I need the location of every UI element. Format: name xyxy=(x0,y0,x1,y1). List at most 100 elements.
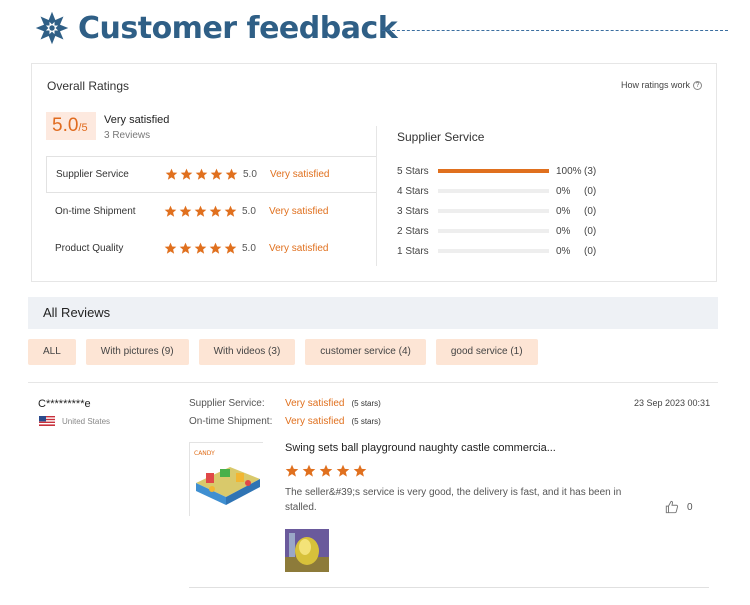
rating-text: Very satisfied xyxy=(269,243,329,254)
review-photo-image xyxy=(285,529,329,572)
rating-value: 5.0 xyxy=(242,243,256,254)
reviews-count: 3 Reviews xyxy=(104,130,151,141)
rating-value: 5.0 xyxy=(243,169,257,180)
snowflake-icon xyxy=(35,11,69,45)
page-title: Customer feedback xyxy=(78,10,398,46)
overall-score-max: /5 xyxy=(78,122,88,134)
star-icon xyxy=(165,168,178,180)
star-rating xyxy=(164,205,242,218)
star-icon xyxy=(353,464,367,477)
filter-chip-all[interactable]: ALL xyxy=(28,339,76,365)
breakdown-label: 1 Stars xyxy=(397,245,429,257)
star-icon xyxy=(180,168,193,180)
breakdown-percent: 100% xyxy=(556,165,582,177)
how-ratings-work-label: How ratings work xyxy=(620,80,690,90)
breakdown-percent: 0% xyxy=(556,245,571,257)
rating-text: Very satisfied xyxy=(270,169,330,180)
filter-chip-with-videos[interactable]: With videos (3) xyxy=(198,339,296,365)
playground-image: CANDY xyxy=(190,443,264,517)
breakdown-count: (0) xyxy=(584,205,597,217)
filter-chip-with-pictures[interactable]: With pictures (9) xyxy=(85,339,189,365)
breakdown-bar-fill xyxy=(438,169,549,173)
review-shipment-value: Very satisfied xyxy=(285,416,345,427)
star-icon xyxy=(164,242,177,254)
breakdown-bar xyxy=(438,209,549,213)
product-title-link[interactable]: Swing sets ball playground naughty castl… xyxy=(285,442,556,454)
review-supplier-value: Very satisfied xyxy=(285,398,345,409)
review-supplier-label: Supplier Service: xyxy=(189,398,265,409)
star-icon xyxy=(194,205,207,217)
star-icon xyxy=(225,168,238,180)
breakdown-title: Supplier Service xyxy=(397,130,485,144)
breakdown-count: (3) xyxy=(584,165,597,177)
breakdown-count: (0) xyxy=(584,185,597,197)
star-icon xyxy=(336,464,350,477)
overall-satisfaction: Very satisfied xyxy=(104,114,170,126)
rating-text: Very satisfied xyxy=(269,206,329,217)
star-icon xyxy=(179,205,192,217)
overall-score-value: 5.0 xyxy=(52,115,79,136)
star-icon xyxy=(302,464,316,477)
star-icon xyxy=(209,205,222,217)
review-on-time-shipment: On-time Shipment: Very satisfied (5 star… xyxy=(189,416,381,427)
breakdown-bar xyxy=(438,229,549,233)
breakdown-label: 4 Stars xyxy=(397,185,429,197)
review-date: 23 Sep 2023 00:31 xyxy=(634,398,711,408)
rating-row-supplier-service[interactable]: Supplier Service 5.0 Very satisfied xyxy=(46,156,376,193)
us-flag-icon xyxy=(39,416,55,426)
star-rating xyxy=(165,168,243,181)
breakdown-bar xyxy=(438,169,549,173)
rating-row-label: Supplier Service xyxy=(56,169,129,180)
product-thumbnail[interactable]: CANDY xyxy=(189,442,264,517)
review-photo[interactable] xyxy=(285,529,329,572)
star-icon xyxy=(224,242,237,254)
star-icon xyxy=(195,168,208,180)
all-reviews-header: All Reviews xyxy=(28,297,718,329)
overall-ratings-card: Overall Ratings How ratings work ? 5.0/5… xyxy=(31,63,717,282)
breakdown-percent: 0% xyxy=(556,205,571,217)
star-icon xyxy=(179,242,192,254)
breakdown-count: (0) xyxy=(584,245,597,257)
breakdown-row: 4 Stars 0% (0) xyxy=(397,184,596,198)
overall-score: 5.0/5 xyxy=(46,112,96,140)
rating-row-product-quality[interactable]: Product Quality 5.0 Very satisfied xyxy=(46,230,376,267)
page-header: Customer feedback xyxy=(34,6,398,50)
review-text: The seller&#39;s service is very good, t… xyxy=(285,487,622,513)
rating-row-label: On-time Shipment xyxy=(55,206,136,217)
star-rating xyxy=(164,242,242,255)
star-icon xyxy=(224,205,237,217)
breakdown-label: 3 Stars xyxy=(397,205,429,217)
breakdown-percent: 0% xyxy=(556,185,571,197)
like-button[interactable]: 0 xyxy=(665,500,693,514)
breakdown-row: 2 Stars 0% (0) xyxy=(397,224,596,238)
breakdown-row: 5 Stars 100% (3) xyxy=(397,164,596,178)
breakdown-row: 3 Stars 0% (0) xyxy=(397,204,596,218)
star-icon xyxy=(210,168,223,180)
header-divider xyxy=(382,30,728,31)
country-name: United States xyxy=(62,416,111,426)
reviewer-name: C*********e xyxy=(38,398,91,410)
review-shipment-stars: (5 stars) xyxy=(351,417,381,426)
rating-row-on-time-shipment[interactable]: On-time Shipment 5.0 Very satisfied xyxy=(46,193,376,230)
breakdown-label: 5 Stars xyxy=(397,165,429,177)
rating-value: 5.0 xyxy=(242,206,256,217)
breakdown-bar xyxy=(438,249,549,253)
review-bottom-divider xyxy=(189,587,709,588)
review-shipment-label: On-time Shipment: xyxy=(189,416,273,427)
reviews-divider xyxy=(28,382,718,383)
star-icon xyxy=(209,242,222,254)
breakdown-row: 1 Stars 0% (0) xyxy=(397,244,596,258)
svg-text:CANDY: CANDY xyxy=(194,450,215,457)
breakdown-count: (0) xyxy=(584,225,597,237)
rating-row-label: Product Quality xyxy=(55,243,124,254)
how-ratings-work-link[interactable]: How ratings work ? xyxy=(621,80,702,90)
breakdown-label: 2 Stars xyxy=(397,225,429,237)
filter-chip-customer-service[interactable]: customer service (4) xyxy=(305,339,426,365)
review-star-rating xyxy=(285,464,367,478)
star-icon xyxy=(164,205,177,217)
review-filters: ALL With pictures (9) With videos (3) cu… xyxy=(28,339,538,365)
filter-chip-good-service[interactable]: good service (1) xyxy=(435,339,538,365)
star-icon xyxy=(319,464,333,477)
reviewer-country: United States xyxy=(39,416,110,426)
review-supplier-stars: (5 stars) xyxy=(351,399,381,408)
